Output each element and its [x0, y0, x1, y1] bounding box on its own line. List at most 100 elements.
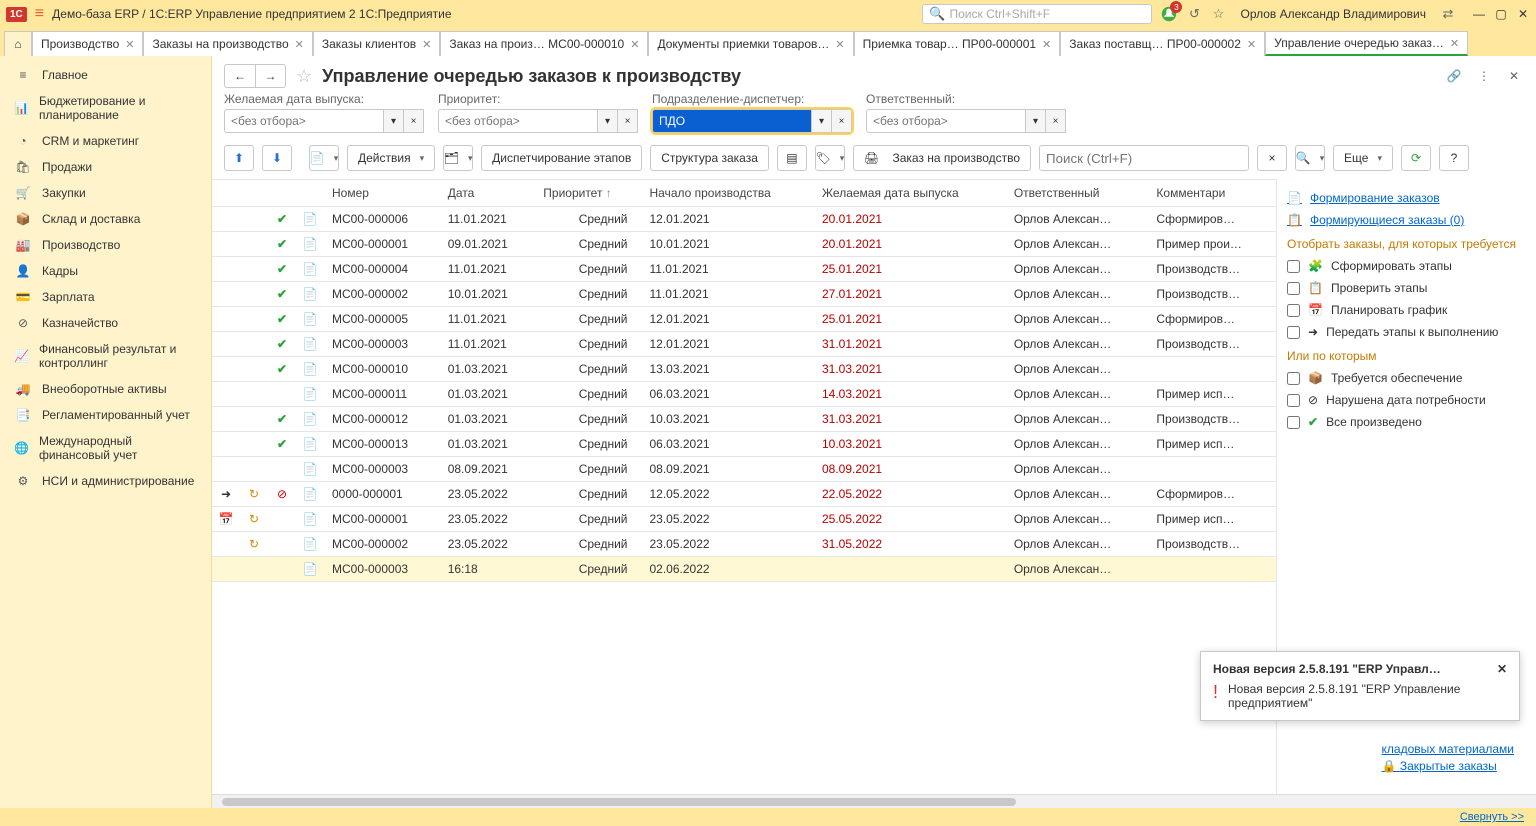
move-down-button[interactable]: ⬇: [262, 145, 292, 171]
sp-opt-all-produced[interactable]: ✔Все произведено: [1287, 411, 1526, 433]
sidebar-item-3[interactable]: 🛍Продажи: [0, 154, 211, 180]
column-header-5[interactable]: Дата: [440, 180, 536, 207]
table-row[interactable]: 📅↻📄МС00-00000123.05.2022Средний23.05.202…: [212, 507, 1276, 532]
table-row[interactable]: 📄МС00-00000316:18Средний02.06.2022Орлов …: [212, 557, 1276, 582]
sp-opt-transfer-stages[interactable]: ➜Передать этапы к выполнению: [1287, 321, 1526, 343]
sp-opt-date-violated[interactable]: ⊘Нарушена дата потребности: [1287, 389, 1526, 411]
column-header-10[interactable]: Комментари: [1148, 180, 1276, 207]
tab-6[interactable]: Заказ поставщ… ПР00-000002✕: [1060, 31, 1265, 56]
table-row[interactable]: ✔📄МС00-00000611.01.2021Средний12.01.2021…: [212, 207, 1276, 232]
dispatch-button[interactable]: Диспетчирование этапов: [481, 145, 642, 171]
sidebar-item-0[interactable]: ≡Главное: [0, 62, 211, 88]
filter-priority-input[interactable]: [438, 109, 598, 133]
orders-table-wrap[interactable]: НомерДатаПриоритет ↑Начало производстваЖ…: [212, 179, 1276, 794]
table-row[interactable]: ✔📄МС00-00001001.03.2021Средний13.03.2021…: [212, 357, 1276, 382]
clear-icon[interactable]: ×: [618, 109, 638, 133]
table-row[interactable]: ✔📄МС00-00000109.01.2021Средний10.01.2021…: [212, 232, 1276, 257]
sidebar-item-6[interactable]: 🏭Производство: [0, 232, 211, 258]
table-row[interactable]: ✔📄МС00-00000210.01.2021Средний11.01.2021…: [212, 282, 1276, 307]
tab-4[interactable]: Документы приемки товаров…✕: [648, 31, 853, 56]
sp-link-form-orders[interactable]: 📄Формирование заказов: [1287, 187, 1526, 209]
link-icon[interactable]: 🔗: [1444, 66, 1464, 86]
settings-icon[interactable]: ⇄: [1440, 6, 1456, 22]
clear-icon[interactable]: ×: [1046, 109, 1066, 133]
column-header-1[interactable]: [240, 180, 268, 207]
close-icon[interactable]: ✕: [1516, 7, 1530, 21]
column-header-8[interactable]: Желаемая дата выпуска: [814, 180, 1006, 207]
dropdown-icon[interactable]: ▾: [598, 109, 618, 133]
table-row[interactable]: ✔📄МС00-00001301.03.2021Средний06.03.2021…: [212, 432, 1276, 457]
tab-close-icon[interactable]: ✕: [630, 38, 639, 51]
home-tab[interactable]: ⌂: [4, 31, 32, 56]
sidebar-item-2[interactable]: ◔CRM и маркетинг: [0, 128, 211, 154]
tab-7[interactable]: Управление очередью заказ…✕: [1265, 31, 1468, 56]
kebab-icon[interactable]: ⋮: [1474, 66, 1494, 86]
refresh-button[interactable]: ⟳: [1401, 145, 1431, 171]
column-header-6[interactable]: Приоритет ↑: [535, 180, 641, 207]
tab-close-icon[interactable]: ✕: [295, 38, 304, 51]
column-header-9[interactable]: Ответственный: [1006, 180, 1149, 207]
dropdown-icon[interactable]: ▾: [1026, 109, 1046, 133]
dropdown-icon[interactable]: ▾: [812, 109, 832, 133]
column-header-4[interactable]: Номер: [324, 180, 440, 207]
global-search[interactable]: 🔍 Поиск Ctrl+Shift+F: [922, 4, 1152, 24]
filter-date-input[interactable]: [224, 109, 384, 133]
list-button[interactable]: ▤: [777, 145, 807, 171]
filter-unit-input[interactable]: [652, 109, 812, 133]
tab-5[interactable]: Приемка товар… ПР00-000001✕: [854, 31, 1061, 56]
sidebar-item-11[interactable]: 🚚Внеоборотные активы: [0, 376, 211, 402]
sp-link-forming-orders[interactable]: 📋Формирующиеся заказы (0): [1287, 209, 1526, 231]
tab-close-icon[interactable]: ✕: [1450, 37, 1459, 50]
filter-resp-input[interactable]: [866, 109, 1026, 133]
structure-button[interactable]: Структура заказа: [650, 145, 769, 171]
collapse-link[interactable]: Свернуть >>: [1460, 811, 1524, 823]
notification-close-icon[interactable]: ✕: [1497, 662, 1507, 676]
minimize-icon[interactable]: —: [1472, 7, 1486, 21]
extra-link-materials[interactable]: кладовых материалами: [1382, 742, 1514, 756]
move-up-button[interactable]: ⬆: [224, 145, 254, 171]
sidebar-item-14[interactable]: ⚙НСИ и администрирование: [0, 468, 211, 494]
extra-link-closed-orders[interactable]: 🔒 Закрытые заказы: [1382, 759, 1514, 773]
table-row[interactable]: 📄МС00-00000308.09.2021Средний08.09.20210…: [212, 457, 1276, 482]
table-row[interactable]: ↻📄МС00-00000223.05.2022Средний23.05.2022…: [212, 532, 1276, 557]
sidebar-item-12[interactable]: 📑Регламентированный учет: [0, 402, 211, 428]
more-button[interactable]: Еще: [1333, 145, 1393, 171]
tab-2[interactable]: Заказы клиентов✕: [313, 31, 440, 56]
burger-icon[interactable]: ≡: [35, 5, 44, 23]
sidebar-item-8[interactable]: 💳Зарплата: [0, 284, 211, 310]
star-icon[interactable]: ☆: [1210, 6, 1226, 22]
tab-3[interactable]: Заказ на произ… МС00-000010✕: [440, 31, 648, 56]
column-header-7[interactable]: Начало производства: [641, 180, 814, 207]
actions-button[interactable]: Действия: [347, 145, 435, 171]
group-button[interactable]: 🗂: [443, 145, 473, 171]
nav-back-button[interactable]: ←: [225, 65, 255, 87]
table-row[interactable]: ✔📄МС00-00001201.03.2021Средний10.03.2021…: [212, 407, 1276, 432]
table-search-input[interactable]: [1039, 145, 1249, 171]
sp-opt-plan-schedule[interactable]: 📅Планировать график: [1287, 299, 1526, 321]
column-header-0[interactable]: [212, 180, 240, 207]
tab-1[interactable]: Заказы на производство✕: [143, 31, 312, 56]
sp-opt-form-stages[interactable]: 🧩Сформировать этапы: [1287, 255, 1526, 277]
tab-close-icon[interactable]: ✕: [1042, 38, 1051, 51]
column-header-3[interactable]: [296, 180, 324, 207]
table-row[interactable]: ✔📄МС00-00000311.01.2021Средний12.01.2021…: [212, 332, 1276, 357]
clear-icon[interactable]: ×: [832, 109, 852, 133]
sp-opt-check-stages[interactable]: 📋Проверить этапы: [1287, 277, 1526, 299]
history-icon[interactable]: ↺: [1186, 6, 1202, 22]
dropdown-icon[interactable]: ▾: [384, 109, 404, 133]
sidebar-item-7[interactable]: 👤Кадры: [0, 258, 211, 284]
tag-button[interactable]: 🏷: [815, 145, 845, 171]
table-row[interactable]: ✔📄МС00-00000511.01.2021Средний12.01.2021…: [212, 307, 1276, 332]
table-row[interactable]: ➜↻⊘📄0000-00000123.05.2022Средний12.05.20…: [212, 482, 1276, 507]
copy-button[interactable]: 📄: [309, 145, 339, 171]
table-row[interactable]: ✔📄МС00-00000411.01.2021Средний11.01.2021…: [212, 257, 1276, 282]
sp-opt-needs-supply[interactable]: 📦Требуется обеспечение: [1287, 367, 1526, 389]
tab-close-icon[interactable]: ✕: [835, 38, 844, 51]
help-button[interactable]: ?: [1439, 145, 1469, 171]
page-close-icon[interactable]: ✕: [1504, 66, 1524, 86]
sidebar-item-5[interactable]: 📦Склад и доставка: [0, 206, 211, 232]
maximize-icon[interactable]: ▢: [1494, 7, 1508, 21]
sidebar-item-1[interactable]: 📊Бюджетирование и планирование: [0, 88, 211, 128]
sidebar-item-10[interactable]: 📈Финансовый результат и контроллинг: [0, 336, 211, 376]
clear-icon[interactable]: ×: [404, 109, 424, 133]
